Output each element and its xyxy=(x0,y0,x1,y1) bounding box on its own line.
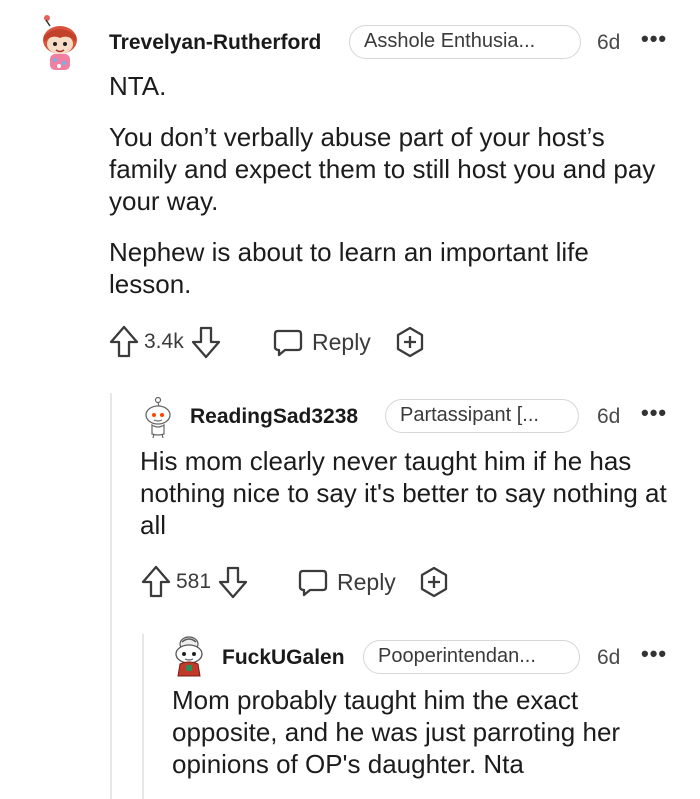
speech-bubble-icon xyxy=(272,324,304,360)
reply-button[interactable]: Reply xyxy=(297,564,396,600)
comment-actions: 581 Reply xyxy=(140,564,560,604)
comment-paragraph: Mom probably taught him the exact opposi… xyxy=(172,685,621,779)
plus-award-icon xyxy=(417,564,451,600)
username[interactable]: Trevelyan-Rutherford xyxy=(109,31,321,55)
more-options-icon[interactable]: ••• xyxy=(641,641,667,667)
timestamp[interactable]: 6d xyxy=(597,646,620,670)
plus-award-icon xyxy=(393,324,427,360)
reply-button[interactable]: Reply xyxy=(272,324,371,360)
avatar-snoo-icon xyxy=(145,396,171,438)
reply-label: Reply xyxy=(312,328,371,355)
vote-group: 3.4k xyxy=(108,324,222,360)
comment-body: NTA. You don’t verbally abuse part of yo… xyxy=(109,70,669,319)
comment-paragraph: Nephew is about to learn an important li… xyxy=(109,237,589,299)
speech-bubble-icon xyxy=(297,564,329,600)
comment-body: Mom probably taught him the exact opposi… xyxy=(172,684,682,799)
vote-group: 581 xyxy=(140,564,249,600)
thread-line-level-2[interactable] xyxy=(142,634,144,799)
avatar[interactable] xyxy=(38,14,82,72)
comment-body: His mom clearly never taught him if he h… xyxy=(140,445,680,560)
vote-score: 581 xyxy=(176,570,212,593)
vote-score: 3.4k xyxy=(144,330,184,353)
thread-line-level-1[interactable] xyxy=(110,393,112,799)
comment-paragraph: His mom clearly never taught him if he h… xyxy=(140,446,667,540)
reply-label: Reply xyxy=(337,568,396,595)
downvote-arrow-icon[interactable] xyxy=(190,324,222,360)
user-flair: Asshole Enthusia... xyxy=(349,25,581,59)
timestamp[interactable]: 6d xyxy=(597,31,620,55)
comment-actions: 3.4k Reply xyxy=(108,324,528,364)
upvote-arrow-icon[interactable] xyxy=(108,324,140,360)
upvote-arrow-icon[interactable] xyxy=(140,564,172,600)
avatar[interactable] xyxy=(172,634,206,678)
comment-paragraph: You don’t verbally abuse part of your ho… xyxy=(109,122,656,216)
avatar-snoo-icon xyxy=(175,636,203,677)
award-button[interactable] xyxy=(417,564,451,600)
avatar-snoo-icon xyxy=(43,15,77,70)
more-options-icon[interactable]: ••• xyxy=(641,26,667,52)
more-options-icon[interactable]: ••• xyxy=(641,400,667,426)
downvote-arrow-icon[interactable] xyxy=(217,564,249,600)
award-button[interactable] xyxy=(393,324,427,360)
username[interactable]: ReadingSad3238 xyxy=(190,405,358,429)
user-flair: Partassipant [... xyxy=(385,399,579,433)
timestamp[interactable]: 6d xyxy=(597,405,620,429)
user-flair: Pooperintendan... xyxy=(363,640,580,674)
avatar[interactable] xyxy=(142,396,174,438)
username[interactable]: FuckUGalen xyxy=(222,646,345,670)
comment-paragraph: NTA. xyxy=(109,71,167,101)
